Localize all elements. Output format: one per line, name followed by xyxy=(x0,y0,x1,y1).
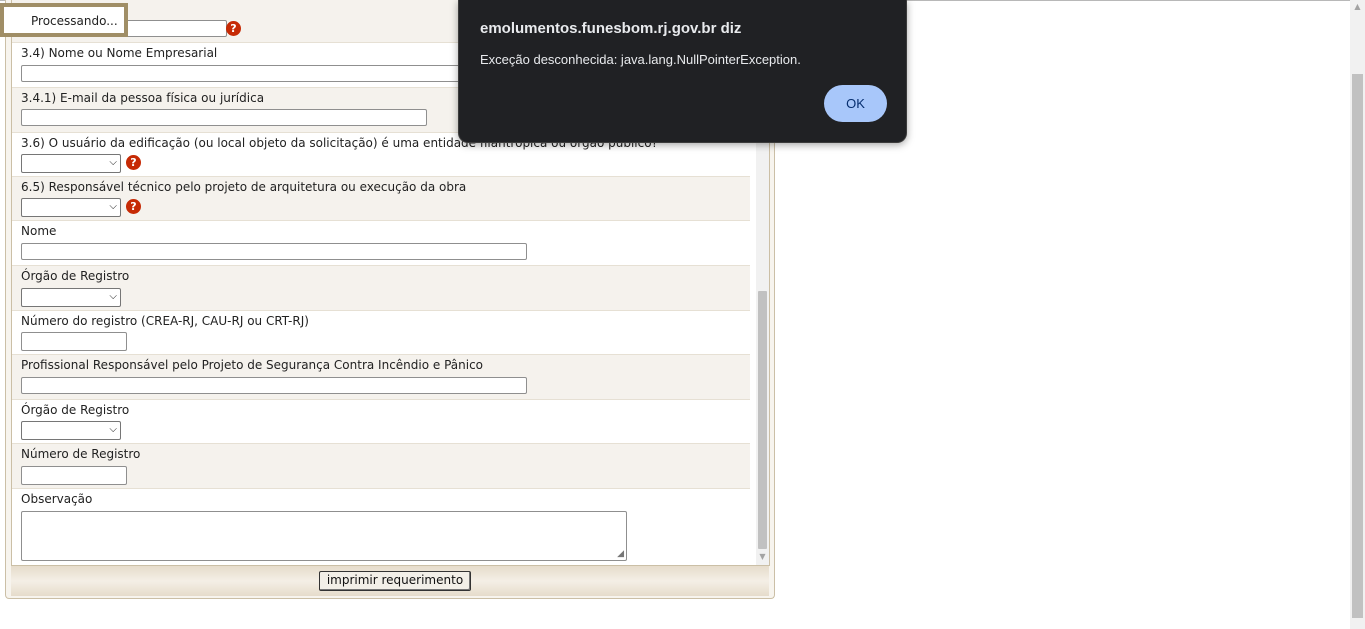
help-icon[interactable]: ? xyxy=(126,199,141,214)
form-row-nome: Nome xyxy=(12,221,750,266)
label-nome-empresarial: 3.4) Nome ou Nome Empresarial xyxy=(21,46,218,60)
label-orgao-registro-2: Órgão de Registro xyxy=(21,403,130,417)
form-row-numero-registro: Número de Registro xyxy=(12,444,750,489)
chevron-down-icon: ⌵ xyxy=(109,424,117,435)
page-scroll-up-icon[interactable]: ▲ xyxy=(1350,2,1365,11)
responsavel-tecnico-select[interactable]: ⌵ xyxy=(21,198,121,217)
processing-label: Processando... xyxy=(31,14,118,28)
ok-button[interactable]: OK xyxy=(824,85,887,122)
chevron-down-icon: ⌵ xyxy=(109,157,117,168)
page-scrollbar[interactable]: ▲ xyxy=(1350,0,1365,629)
usuario-entidade-select[interactable]: ⌵ xyxy=(21,154,121,173)
form-scrollbar-thumb[interactable] xyxy=(758,291,767,549)
numero-registro-crea-input[interactable] xyxy=(21,332,127,351)
form-row-observacao: Observação ◢ xyxy=(12,489,750,565)
nome-input[interactable] xyxy=(21,243,527,260)
chevron-down-icon: ⌵ xyxy=(109,291,117,302)
form-row-numero-registro-crea: Número do registro (CREA-RJ, CAU-RJ ou C… xyxy=(12,311,750,355)
label-email: 3.4.1) E-mail da pessoa física ou jurídi… xyxy=(21,91,265,105)
print-request-button[interactable]: imprimir requerimento xyxy=(319,571,471,591)
help-icon[interactable]: ? xyxy=(226,21,241,36)
profissional-seguranca-input[interactable] xyxy=(21,377,527,394)
alert-dialog: emolumentos.funesbom.rj.gov.br diz Exceç… xyxy=(458,0,907,143)
label-nome: Nome xyxy=(21,224,57,238)
chevron-down-icon: ⌵ xyxy=(109,201,117,212)
numero-registro-input[interactable] xyxy=(21,466,127,485)
label-numero-registro-crea: Número do registro (CREA-RJ, CAU-RJ ou C… xyxy=(21,314,309,328)
alert-message: Exceção desconhecida: java.lang.NullPoin… xyxy=(480,52,801,67)
form-row-responsavel-tecnico: 6.5) Responsável técnico pelo projeto de… xyxy=(12,177,750,221)
observacao-textarea[interactable]: ◢ xyxy=(21,511,627,561)
alert-title: emolumentos.funesbom.rj.gov.br diz xyxy=(480,20,742,37)
form-row-orgao-registro-2: Órgão de Registro ⌵ xyxy=(12,400,750,444)
form-row-orgao-registro: Órgão de Registro ⌵ xyxy=(12,266,750,311)
label-responsavel-tecnico: 6.5) Responsável técnico pelo projeto de… xyxy=(21,180,467,194)
help-icon[interactable]: ? xyxy=(126,155,141,170)
label-observacao: Observação xyxy=(21,492,93,506)
orgao-registro-select[interactable]: ⌵ xyxy=(21,288,121,307)
resize-grip-icon[interactable]: ◢ xyxy=(617,549,624,559)
scroll-down-arrow-icon[interactable]: ▼ xyxy=(756,552,769,561)
label-numero-registro: Número de Registro xyxy=(21,447,141,461)
orgao-registro-2-select[interactable]: ⌵ xyxy=(21,421,121,440)
form-footer: imprimir requerimento xyxy=(11,566,769,596)
label-profissional-seguranca: Profissional Responsável pelo Projeto de… xyxy=(21,358,484,372)
email-input[interactable] xyxy=(21,109,427,126)
page-scrollbar-thumb[interactable] xyxy=(1352,74,1363,618)
processing-indicator: Processando... xyxy=(0,3,128,37)
label-orgao-registro: Órgão de Registro xyxy=(21,269,130,283)
form-row-profissional-seguranca: Profissional Responsável pelo Projeto de… xyxy=(12,355,750,400)
